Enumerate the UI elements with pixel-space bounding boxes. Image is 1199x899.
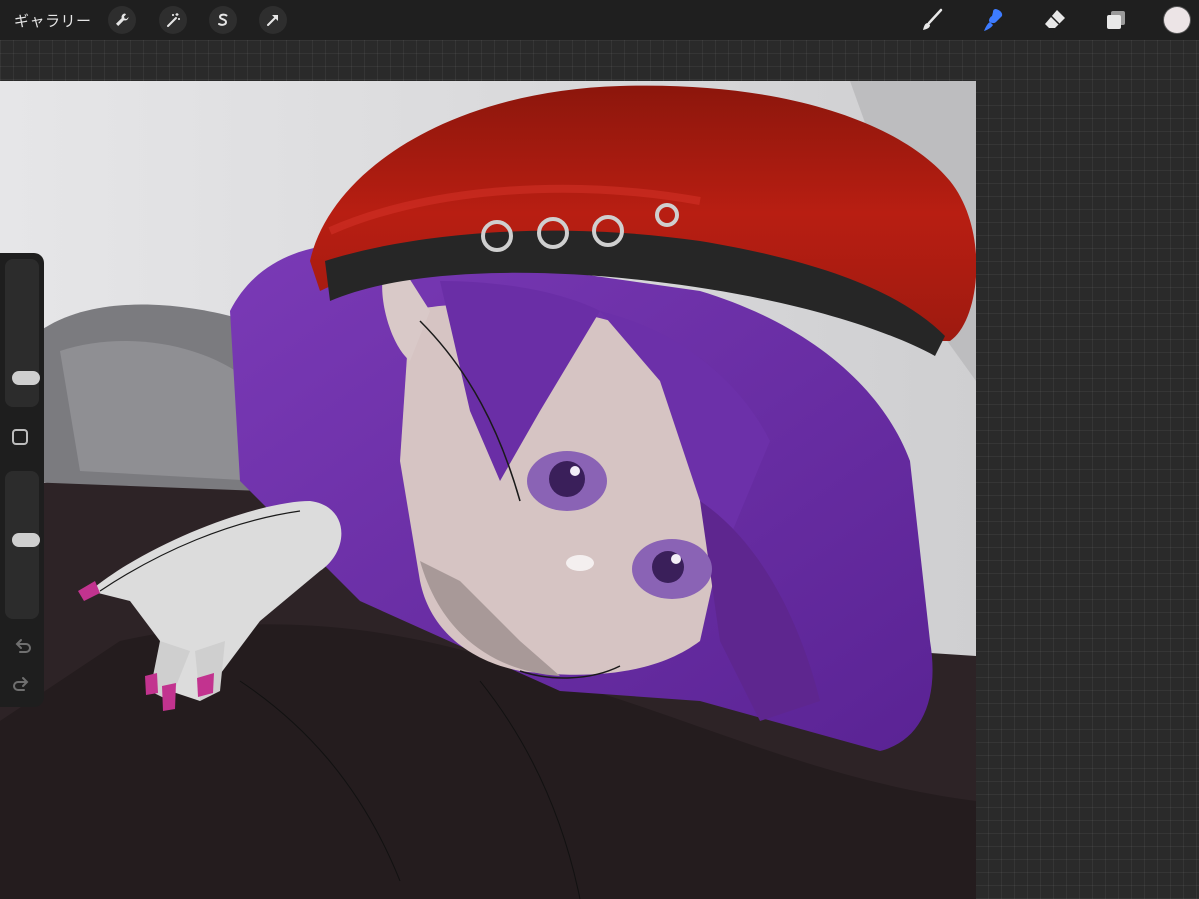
selection-button[interactable] bbox=[209, 6, 237, 34]
color-swatch[interactable] bbox=[1164, 7, 1190, 33]
smudge-icon bbox=[984, 9, 1003, 31]
drawing-canvas[interactable] bbox=[0, 81, 976, 899]
gallery-button[interactable]: ギャラリー bbox=[14, 10, 92, 31]
opacity-slider[interactable] bbox=[5, 471, 40, 619]
layers-button[interactable] bbox=[1102, 6, 1130, 34]
opacity-thumb[interactable] bbox=[12, 533, 40, 547]
brush-size-slider[interactable] bbox=[5, 259, 40, 407]
arrow-cursor-icon bbox=[267, 15, 278, 26]
actions-button[interactable] bbox=[108, 6, 136, 34]
brush-size-thumb[interactable] bbox=[12, 371, 40, 385]
adjustments-button[interactable] bbox=[159, 6, 187, 34]
eraser-icon bbox=[1045, 10, 1065, 28]
transform-button[interactable] bbox=[259, 6, 287, 34]
square-modify-icon[interactable] bbox=[12, 429, 28, 445]
top-toolbar: ギャラリー bbox=[0, 0, 1199, 40]
artwork bbox=[0, 81, 976, 899]
layers-icon bbox=[1107, 11, 1125, 29]
undo-icon[interactable] bbox=[11, 637, 33, 659]
left-sidebar bbox=[0, 253, 44, 707]
magic-wand-icon bbox=[167, 13, 180, 27]
brush-icon bbox=[923, 8, 943, 30]
redo-icon[interactable] bbox=[11, 675, 33, 697]
smudge-button[interactable] bbox=[979, 6, 1007, 34]
paint-button[interactable] bbox=[918, 6, 946, 34]
selection-s-icon bbox=[218, 13, 228, 26]
wrench-icon bbox=[116, 13, 129, 26]
erase-button[interactable] bbox=[1041, 6, 1069, 34]
